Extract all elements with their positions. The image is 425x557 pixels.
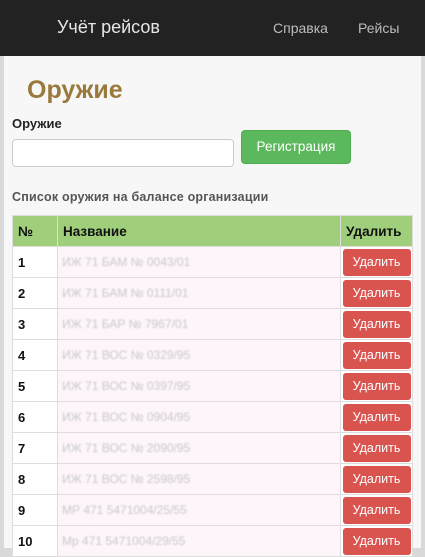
- table-row: 2 ИЖ 71 БАМ № 0111/01 Удалить: [12, 277, 413, 309]
- table-row: 7 ИЖ 71 ВОС № 2090/95 Удалить: [12, 432, 413, 464]
- brand-link[interactable]: Учёт рейсов: [57, 17, 160, 38]
- row-number: 3: [12, 308, 58, 340]
- row-name-cell: ИЖ 71 ВОС № 0329/95: [57, 339, 341, 371]
- row-name-cell: ИЖ 71 ВОС № 2598/95: [57, 463, 341, 495]
- row-delete-cell: Удалить: [340, 339, 413, 371]
- weapon-label: Оружие: [12, 116, 62, 131]
- row-number: 4: [12, 339, 58, 371]
- row-name: МР 471 5471004/25/55: [62, 503, 187, 517]
- delete-button[interactable]: Удалить: [342, 280, 411, 307]
- col-header-name: Название: [57, 215, 341, 247]
- delete-button[interactable]: Удалить: [342, 528, 411, 555]
- row-number: 5: [12, 370, 58, 402]
- row-delete-cell: Удалить: [340, 246, 413, 278]
- col-header-number: №: [12, 215, 58, 247]
- row-name-cell: МР 471 5471004/25/55: [57, 494, 341, 526]
- row-name-cell: ИЖ 71 БАМ № 0111/01: [57, 277, 341, 309]
- row-name-cell: ИЖ 71 ВОС № 0397/95: [57, 370, 341, 402]
- delete-button[interactable]: Удалить: [342, 404, 411, 431]
- weapons-list-title: Список оружия на балансе организации: [12, 190, 269, 204]
- nav-link-help[interactable]: Справка: [273, 20, 328, 36]
- table-row: 5 ИЖ 71 ВОС № 0397/95 Удалить: [12, 370, 413, 402]
- row-name: ИЖ 71 ВОС № 0397/95: [62, 379, 191, 393]
- register-button[interactable]: Регистрация: [241, 130, 351, 164]
- table-row: 1 ИЖ 71 БАМ № 0043/01 Удалить: [12, 246, 413, 278]
- delete-button[interactable]: Удалить: [342, 497, 411, 524]
- row-name-cell: ИЖ 71 БАМ № 0043/01: [57, 246, 341, 278]
- row-delete-cell: Удалить: [340, 463, 413, 495]
- row-number: 9: [12, 494, 58, 526]
- row-delete-cell: Удалить: [340, 432, 413, 464]
- delete-button[interactable]: Удалить: [342, 466, 411, 493]
- weapon-input[interactable]: [12, 139, 234, 167]
- nav-link-flights[interactable]: Рейсы: [358, 20, 399, 36]
- table-row: 8 ИЖ 71 ВОС № 2598/95 Удалить: [12, 463, 413, 495]
- row-name: Мр 471 5471004/29/55: [62, 534, 186, 548]
- row-name: ИЖ 71 БАМ № 0111/01: [62, 286, 189, 300]
- row-delete-cell: Удалить: [340, 401, 413, 433]
- row-name-cell: ИЖ 71 БАР № 7967/01: [57, 308, 341, 340]
- table-row: 6 ИЖ 71 ВОС № 0904/95 Удалить: [12, 401, 413, 433]
- delete-button[interactable]: Удалить: [342, 342, 411, 369]
- row-delete-cell: Удалить: [340, 370, 413, 402]
- delete-button[interactable]: Удалить: [342, 373, 411, 400]
- row-name-cell: Мр 471 5471004/29/55: [57, 525, 341, 557]
- row-name-cell: ИЖ 71 ВОС № 0904/95: [57, 401, 341, 433]
- row-name-cell: ИЖ 71 ВОС № 2090/95: [57, 432, 341, 464]
- row-number: 10: [12, 525, 58, 557]
- row-name: ИЖ 71 БАР № 7967/01: [62, 317, 189, 331]
- table-row: 10 Мр 471 5471004/29/55 Удалить: [12, 525, 413, 557]
- row-name: ИЖ 71 ВОС № 2598/95: [62, 472, 191, 486]
- weapons-table: № Название Удалить 1 ИЖ 71 БАМ № 0043/01 У…: [12, 215, 413, 557]
- row-delete-cell: Удалить: [340, 494, 413, 526]
- table-row: 9 МР 471 5471004/25/55 Удалить: [12, 494, 413, 526]
- row-name: ИЖ 71 ВОС № 2090/95: [62, 441, 191, 455]
- row-number: 8: [12, 463, 58, 495]
- delete-button[interactable]: Удалить: [342, 311, 411, 338]
- row-name: ИЖ 71 ВОС № 0329/95: [62, 348, 191, 362]
- row-delete-cell: Удалить: [340, 308, 413, 340]
- table-header-row: № Название Удалить: [12, 215, 413, 247]
- row-number: 6: [12, 401, 58, 433]
- col-header-delete: Удалить: [340, 215, 413, 247]
- row-number: 1: [12, 246, 58, 278]
- row-delete-cell: Удалить: [340, 277, 413, 309]
- row-name: ИЖ 71 ВОС № 0904/95: [62, 410, 191, 424]
- table-row: 4 ИЖ 71 ВОС № 0329/95 Удалить: [12, 339, 413, 371]
- delete-button[interactable]: Удалить: [342, 249, 411, 276]
- delete-button[interactable]: Удалить: [342, 435, 411, 462]
- page-title: Оружие: [27, 76, 123, 104]
- navbar: Учёт рейсов Справка Рейсы: [0, 0, 425, 56]
- row-number: 2: [12, 277, 58, 309]
- row-name: ИЖ 71 БАМ № 0043/01: [62, 255, 191, 269]
- row-number: 7: [12, 432, 58, 464]
- table-row: 3 ИЖ 71 БАР № 7967/01 Удалить: [12, 308, 413, 340]
- row-delete-cell: Удалить: [340, 525, 413, 557]
